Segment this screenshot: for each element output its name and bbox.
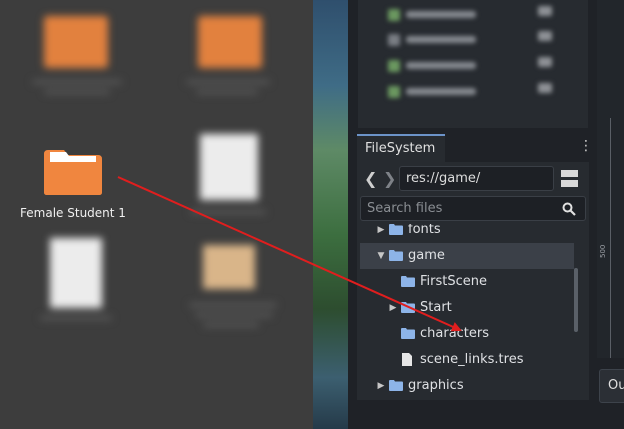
blurred-folder-tile — [30, 6, 130, 116]
ruler-tick-label: 500 — [599, 244, 607, 258]
tree-item-label: graphics — [408, 378, 464, 393]
blurred-document-tile — [40, 232, 120, 332]
tree-item-label: game — [408, 248, 445, 263]
scene-viewport-strip — [313, 0, 348, 429]
tree-scrollbar[interactable] — [574, 268, 578, 332]
scene-tree-row[interactable] — [388, 81, 552, 98]
folder-icon — [389, 224, 403, 235]
blurred-folder-tile — [180, 6, 280, 116]
tree-item-graphics[interactable]: ▶ graphics — [360, 373, 574, 394]
filesystem-tab[interactable]: FileSystem — [357, 134, 445, 162]
folder-icon — [44, 150, 102, 195]
split-view-toggle-button[interactable] — [561, 170, 578, 187]
tree-item-start[interactable]: ▶ Start — [360, 295, 574, 321]
folder-icon — [389, 380, 403, 391]
blurred-image-tile — [190, 128, 270, 228]
forward-button[interactable]: ❯ — [383, 171, 396, 187]
expand-arrow-right-icon[interactable]: ▶ — [375, 380, 387, 392]
folder-label: Female Student 1 — [20, 206, 126, 220]
expand-arrow-down-icon[interactable]: ▼ — [375, 250, 387, 262]
scene-tree-row[interactable] — [388, 29, 552, 46]
tree-item-game[interactable]: ▼ game — [360, 243, 574, 269]
tree-item-characters[interactable]: ▶characters — [360, 321, 574, 347]
scene-tree-row[interactable] — [388, 4, 552, 21]
folder-icon — [401, 302, 415, 313]
path-field[interactable]: res://game/ — [399, 166, 554, 191]
search-icon[interactable] — [562, 202, 576, 216]
tree-item-label: fonts — [408, 224, 441, 237]
tree-item-firstscene[interactable]: ▶FirstScene — [360, 269, 574, 295]
filesystem-tree: ▶fonts▼game▶FirstScene▶Start▶characterss… — [360, 224, 578, 394]
search-files-input[interactable]: Search files — [360, 196, 586, 221]
tree-item-label: scene_links.tres — [420, 352, 524, 367]
expand-arrow-right-icon[interactable]: ▶ — [387, 302, 399, 314]
expand-arrow-right-icon[interactable]: ▶ — [375, 224, 387, 236]
tree-item-fonts[interactable]: ▶ fonts — [360, 224, 574, 243]
tree-item-label: Start — [420, 300, 452, 315]
folder-icon — [389, 250, 403, 261]
folder-icon — [401, 328, 415, 339]
tree-item-label: FirstScene — [420, 274, 487, 289]
scene-tree-row[interactable] — [388, 55, 552, 72]
folder-icon — [401, 276, 415, 287]
blurred-image-tile — [185, 235, 285, 345]
file-manager-pane: Female Student 1 — [0, 0, 313, 429]
file-icon — [402, 353, 412, 366]
back-button[interactable]: ❮ — [364, 171, 377, 187]
tree-item-scene-links-tres[interactable]: scene_links.tres — [360, 347, 574, 373]
scene-tree-panel — [358, 0, 588, 128]
dragged-folder-item[interactable]: Female Student 1 — [14, 146, 132, 226]
tree-item-label: characters — [420, 326, 490, 341]
output-panel-button[interactable]: Output — [599, 369, 624, 403]
ruler-line — [610, 118, 611, 358]
dock-menu-icon[interactable]: ⋮ — [579, 138, 593, 156]
